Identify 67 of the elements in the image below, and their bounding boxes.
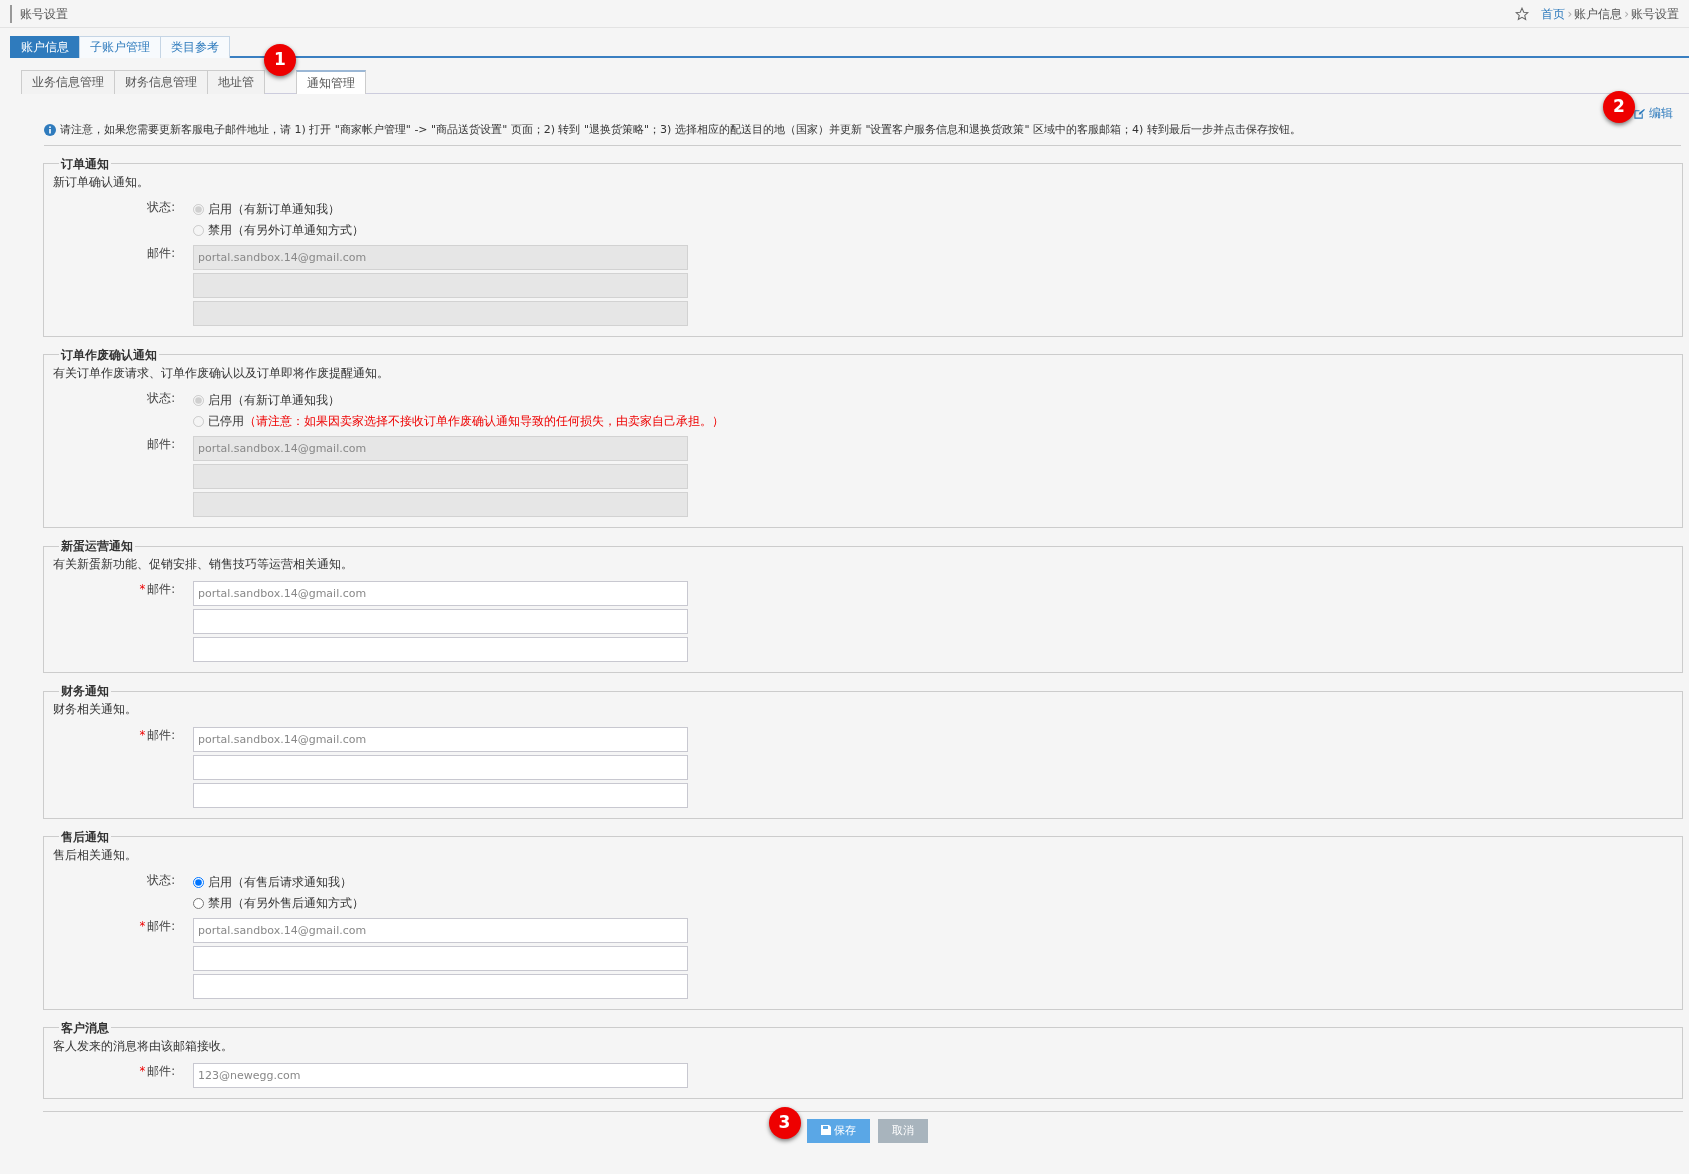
radio-button[interactable] — [193, 876, 204, 888]
email-field[interactable] — [193, 637, 688, 663]
radio-label: 禁用（有另外售后通知方式） — [208, 894, 364, 912]
section-description: 客人发来的消息将由该邮箱接收。 — [53, 1037, 234, 1055]
section-description: 有关订单作废请求、订单作废确认以及订单即将作废提醒通知。 — [53, 364, 390, 382]
breadcrumb-separator: › — [1624, 5, 1629, 23]
email-field[interactable]: portal.sandbox.14@gmail.com — [193, 917, 688, 943]
info-icon — [44, 124, 56, 137]
field-label: 邮件: — [147, 245, 175, 260]
tab[interactable]: 地址管 — [207, 70, 265, 94]
save-icon — [820, 1124, 831, 1135]
edit-icon — [1634, 107, 1645, 119]
edit-link[interactable]: 编辑 — [1634, 104, 1673, 122]
callout-badge: 3 — [768, 1107, 801, 1139]
section-description: 财务相关通知。 — [53, 701, 138, 719]
tab[interactable]: 财务信息管理 — [114, 70, 208, 94]
section-title: 订单通知 — [59, 156, 111, 171]
tab[interactable]: 类目参考 — [160, 36, 230, 58]
tab[interactable]: 账户信息 — [10, 36, 80, 58]
warning-note: （请注意：如果因卖家选择不接收订单作废确认通知导致的任何损失，由卖家自己承担。） — [244, 412, 724, 430]
field-label: 邮件: — [147, 727, 175, 742]
field-label: 状态: — [147, 199, 175, 214]
tab[interactable]: 业务信息管理 — [21, 70, 115, 94]
radio-label: 启用（有新订单通知我） — [208, 391, 340, 409]
radio-label: 禁用（有另外订单通知方式） — [208, 221, 364, 239]
field-label: 状态: — [147, 872, 175, 887]
field-label: 邮件: — [147, 437, 175, 451]
breadcrumb-separator: › — [1567, 5, 1573, 23]
section-title: 订单作废确认通知 — [59, 347, 159, 362]
field-label: 状态: — [147, 391, 175, 405]
field-label: 邮件: — [147, 918, 175, 933]
callout-badge: 1 — [264, 44, 296, 76]
field-label: 邮件: — [147, 582, 175, 597]
section-title: 客户消息 — [59, 1020, 111, 1035]
email-field[interactable]: portal.sandbox.14@gmail.com — [193, 726, 688, 752]
star-icon[interactable] — [1515, 6, 1530, 21]
radio-label: 启用（有售后请求通知我） — [208, 873, 352, 891]
section-description: 有关新蛋新功能、促销安排、销售技巧等运营相关通知。 — [53, 556, 354, 573]
email-field[interactable]: portal.sandbox.14@gmail.com — [193, 581, 688, 607]
breadcrumb-link[interactable]: 首页 — [1541, 4, 1566, 23]
email-field[interactable] — [193, 945, 688, 971]
email-field[interactable] — [193, 754, 688, 780]
notice-text: 请注意，如果您需要更新客服电子邮件地址，请 1) 打开 "商家帐户管理" -> "商品送货设置" 页面；2) 转到 "退换货策略"；3) 选择相应的配送目的地（国家）并更新 "设置客户服务信息和退换货政策" 区域中的客服邮箱；4) 转到最后一步并点击保存按钮。 — [60, 122, 1301, 138]
tab[interactable]: 通知管理 — [296, 70, 366, 94]
breadcrumb-item: 账号设置 — [1631, 5, 1679, 23]
required-mark: * — [139, 918, 146, 933]
callout-badge: 2 — [1603, 91, 1635, 123]
email-field[interactable] — [193, 609, 688, 635]
radio-label: 启用（有新订单通知我） — [208, 200, 340, 218]
section-title: 新蛋运营通知 — [59, 539, 135, 553]
required-mark: * — [139, 1064, 146, 1078]
required-mark: * — [139, 582, 146, 597]
radio-label: 已停用 — [208, 412, 244, 430]
section-description: 售后相关通知。 — [53, 846, 138, 864]
tab[interactable]: 子账户管理 — [79, 36, 161, 58]
section-title: 财务通知 — [59, 684, 111, 699]
email-field[interactable] — [193, 973, 688, 999]
field-label: 邮件: — [147, 1064, 175, 1078]
page-title: 账号设置 — [10, 4, 68, 23]
section-title: 售后通知 — [59, 829, 111, 844]
required-mark: * — [139, 727, 146, 742]
email-field[interactable] — [193, 782, 688, 808]
breadcrumb-item: 账户信息 — [1574, 5, 1623, 23]
save-button[interactable]: 保存 — [806, 1119, 870, 1143]
section-description: 新订单确认通知。 — [53, 173, 150, 191]
email-field[interactable]: 123@newegg.com — [193, 1063, 688, 1088]
radio-button[interactable] — [193, 897, 204, 909]
